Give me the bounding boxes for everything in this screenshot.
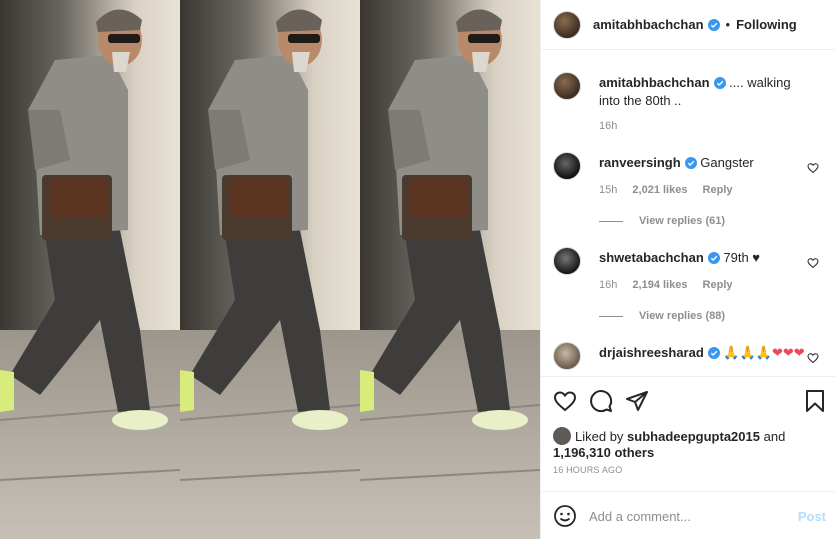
verified-badge-icon xyxy=(707,252,720,264)
comment-likes[interactable]: 2,021 likes xyxy=(632,184,687,196)
author-username[interactable]: amitabhbachchan xyxy=(593,17,704,32)
liked-by-prefix: Liked by xyxy=(575,429,624,444)
like-heart-icon[interactable] xyxy=(553,389,577,413)
reply-button[interactable]: Reply xyxy=(703,279,733,291)
commenter-avatar[interactable] xyxy=(553,342,581,370)
following-button[interactable]: Following xyxy=(736,17,797,32)
likes-others-link[interactable]: 1,196,310 others xyxy=(553,445,654,460)
comment-likes[interactable]: 2,194 likes xyxy=(632,279,687,291)
photo-panel xyxy=(360,0,540,539)
likes-and: and xyxy=(763,429,786,444)
commenter-username[interactable]: shwetabachchan xyxy=(599,250,704,265)
comment-input[interactable]: Add a comment... xyxy=(589,509,691,524)
action-bar xyxy=(541,376,835,428)
view-replies-label: View replies (88) xyxy=(639,310,726,322)
caption-text: amitabhbachchan .... walking into the 80… xyxy=(599,74,814,110)
likes-summary: Liked by subhadeepgupta2015 and 1,196,31… xyxy=(553,427,828,461)
commenter-avatar[interactable] xyxy=(553,152,581,180)
comment-item: ranveersingh Gangster 15h 2,021 likes Re… xyxy=(553,152,823,232)
comment-item: drjaishreesharad 🙏🙏🙏❤❤❤ xyxy=(553,342,823,376)
commenter-username[interactable]: ranveersingh xyxy=(599,155,681,170)
like-comment-heart-icon[interactable] xyxy=(807,352,819,364)
post-timestamp: 16 HOURS AGO xyxy=(553,465,623,475)
commenter-avatar[interactable] xyxy=(553,247,581,275)
comment-meta: 16h 2,194 likes Reply xyxy=(599,279,745,291)
add-comment-bar: Add a comment... Post xyxy=(541,491,835,539)
comment-text: shwetabachchan 79th ♥ xyxy=(599,249,814,267)
comment-time: 15h xyxy=(599,184,618,196)
author-avatar[interactable] xyxy=(553,72,581,100)
liker-username[interactable]: subhadeepgupta2015 xyxy=(627,429,760,444)
comment-time: 16h xyxy=(599,279,618,291)
view-replies-label: View replies (61) xyxy=(639,215,726,227)
separator-dot: • xyxy=(725,17,731,32)
post-sidebar: amitabhbachchan • Following amitabhbachc… xyxy=(540,0,835,539)
commenter-username[interactable]: drjaishreesharad xyxy=(599,345,704,360)
view-replies-button[interactable]: View replies (61) xyxy=(599,215,725,227)
like-comment-heart-icon[interactable] xyxy=(807,257,819,269)
comments-list[interactable]: amitabhbachchan .... walking into the 80… xyxy=(541,51,835,376)
comment-text: ranveersingh Gangster xyxy=(599,154,814,172)
comment-body: Gangster xyxy=(700,155,754,170)
replies-line xyxy=(599,220,623,222)
post-photo[interactable] xyxy=(0,0,540,539)
author-avatar[interactable] xyxy=(553,10,581,39)
view-replies-button[interactable]: View replies (88) xyxy=(599,310,725,322)
like-comment-heart-icon[interactable] xyxy=(807,162,819,174)
emoji-smiley-icon[interactable] xyxy=(553,504,577,528)
verified-badge-icon xyxy=(707,347,720,359)
reply-button[interactable]: Reply xyxy=(703,184,733,196)
comment-body: 🙏🙏🙏❤❤❤ xyxy=(723,345,805,360)
replies-line xyxy=(599,315,623,317)
liker-avatar[interactable] xyxy=(553,427,571,445)
comment-item: shwetabachchan 79th ♥ 16h 2,194 likes Re… xyxy=(553,247,823,327)
verified-badge-icon xyxy=(713,77,726,89)
comment-body: 79th ♥ xyxy=(723,250,761,265)
bookmark-save-icon[interactable] xyxy=(803,389,827,413)
post-comment-button[interactable]: Post xyxy=(798,509,826,524)
post-header: amitabhbachchan • Following xyxy=(541,0,835,50)
comment-text: drjaishreesharad 🙏🙏🙏❤❤❤ xyxy=(599,344,814,362)
caption-username[interactable]: amitabhbachchan xyxy=(599,75,710,90)
photo-panel xyxy=(180,0,360,539)
verified-badge-icon xyxy=(707,18,720,31)
caption: amitabhbachchan .... walking into the 80… xyxy=(553,72,823,142)
comment-bubble-icon[interactable] xyxy=(589,389,613,413)
verified-badge-icon xyxy=(684,157,697,169)
comment-meta: 15h 2,021 likes Reply xyxy=(599,184,745,196)
photo-panel xyxy=(0,0,180,539)
caption-meta: 16h xyxy=(599,120,629,132)
caption-time: 16h xyxy=(599,120,618,132)
share-send-icon[interactable] xyxy=(625,389,649,413)
